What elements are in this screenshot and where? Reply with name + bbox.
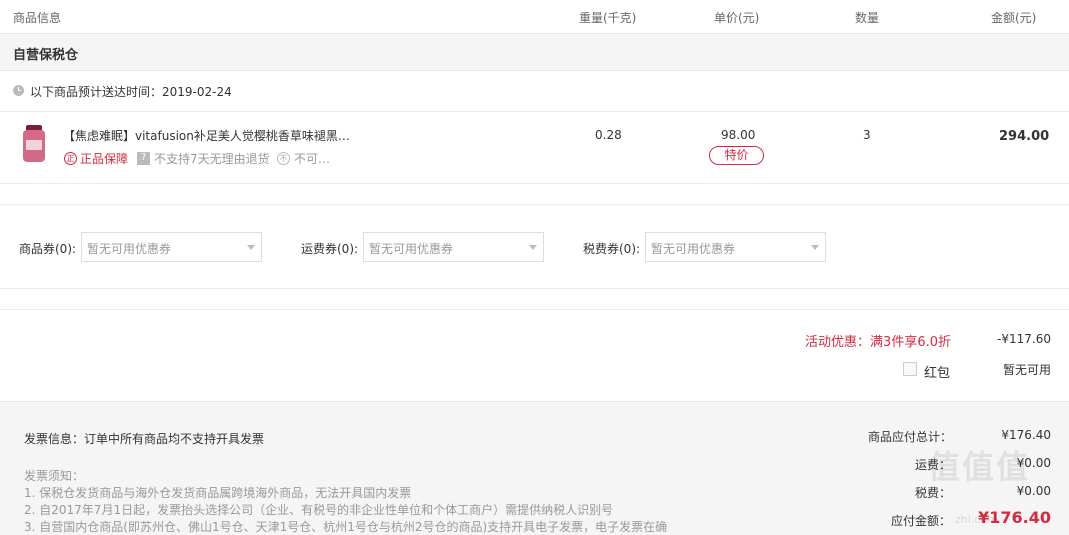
- shipping-value: ¥0.00: [1016, 456, 1051, 470]
- warehouse-name: 自营保税仓: [13, 48, 79, 63]
- coupon-section: 商品券(0): 暂无可用优惠券 运费券(0): 暂无可用优惠券 税费券(0): …: [0, 204, 1069, 289]
- goods-total-value: ¥176.40: [1001, 428, 1051, 442]
- header-amount: 金额(元): [991, 11, 1037, 25]
- product-unit-price: 98.00: [721, 128, 756, 142]
- invoice-note-1: 1. 保税仓发货商品与海外仓发货商品属跨境海外商品，无法开具国内发票: [24, 486, 412, 500]
- product-quantity: 3: [863, 128, 871, 142]
- delivery-estimate: 以下商品预计送达时间：2019-02-24: [0, 71, 1069, 112]
- product-thumbnail[interactable]: [22, 125, 46, 163]
- payable-label: 应付金额：: [891, 514, 952, 528]
- invoice-note-2: 2. 自2017年7月1日起，发票抬头选择公司（企业、有税号的非企业性单位和个体…: [24, 503, 614, 517]
- chevron-down-icon: [811, 245, 819, 250]
- red-packet-checkbox[interactable]: [903, 362, 917, 376]
- no-return-label: 不支持7天无理由退货: [154, 152, 270, 166]
- goods-coupon-label: 商品券(0):: [19, 242, 77, 256]
- goods-total-label: 商品应付总计：: [868, 430, 953, 444]
- delivery-estimate-text: 以下商品预计送达时间：2019-02-24: [30, 85, 232, 99]
- header-quantity: 数量: [855, 11, 880, 25]
- payable-total: ¥176.40: [978, 508, 1051, 527]
- product-weight: 0.28: [595, 128, 622, 142]
- header-weight: 重量(千克): [579, 11, 637, 25]
- shipping-coupon-select[interactable]: 暂无可用优惠券: [363, 232, 544, 262]
- special-price-tag: 特价: [709, 146, 764, 165]
- warehouse-group-header: 自营保税仓: [0, 34, 1069, 71]
- chevron-down-icon: [247, 245, 255, 250]
- red-packet-value: 暂无可用: [1002, 363, 1051, 377]
- no-7day-return-badge[interactable]: 7 不支持7天无理由退货: [137, 150, 270, 167]
- shipping-coupon-label: 运费券(0):: [301, 242, 359, 256]
- header-unit-price: 单价(元): [714, 11, 760, 25]
- clock-icon: [13, 85, 24, 96]
- genuine-badge-label: 正品保障: [80, 152, 129, 166]
- genuine-guarantee-badge[interactable]: 正 正品保障: [64, 150, 128, 167]
- service-badge-truncated[interactable]: 不 不可…: [277, 150, 330, 167]
- shipping-coupon-value: 暂无可用优惠券: [369, 242, 454, 256]
- tax-coupon-select[interactable]: 暂无可用优惠券: [645, 232, 826, 262]
- not-allowed-icon: 不: [277, 152, 290, 165]
- goods-coupon-value: 暂无可用优惠券: [87, 242, 172, 256]
- cart-table-header: 商品信息 重量(千克) 单价(元) 数量 金额(元): [0, 0, 1069, 34]
- chevron-down-icon: [529, 245, 537, 250]
- header-product-info: 商品信息: [13, 11, 62, 25]
- tax-coupon-value: 暂无可用优惠券: [651, 242, 736, 256]
- promotion-label: 活动优惠：满3件享6.0折: [805, 335, 951, 350]
- genuine-icon: 正: [64, 152, 77, 165]
- shipping-label: 运费：: [915, 458, 952, 472]
- invoice-info: 发票信息：订单中所有商品均不支持开具发票: [24, 432, 265, 446]
- discount-section: 活动优惠：满3件享6.0折 -¥117.60 红包 暂无可用: [0, 309, 1069, 401]
- tax-label: 税费：: [915, 486, 952, 500]
- product-name-link[interactable]: 【焦虑难眠】vitafusion补足美人觉樱桃香草味褪黑…: [63, 127, 350, 144]
- no-return-icon: 7: [137, 152, 150, 165]
- invoice-notes-title: 发票须知：: [24, 469, 85, 483]
- tax-value: ¥0.00: [1016, 484, 1051, 498]
- tax-coupon-label: 税费券(0):: [583, 242, 641, 256]
- promotion-value: -¥117.60: [997, 332, 1051, 346]
- invoice-note-3: 3. 自营国内仓商品(即苏州仓、佛山1号仓、天津1号仓、杭州1号仓与杭州2号仓的…: [24, 520, 668, 534]
- red-packet-label: 红包: [924, 366, 951, 381]
- product-row: 【焦虑难眠】vitafusion补足美人觉樱桃香草味褪黑… 正 正品保障 7 不…: [0, 112, 1069, 184]
- service-badge-label: 不可…: [294, 152, 331, 166]
- product-amount: 294.00: [999, 129, 1050, 144]
- goods-coupon-select[interactable]: 暂无可用优惠券: [81, 232, 262, 262]
- invoice-notes: 发票须知： 1. 保税仓发货商品与海外仓发货商品属跨境海外商品，无法开具国内发票…: [24, 468, 667, 535]
- order-summary-footer: 发票信息：订单中所有商品均不支持开具发票 发票须知： 1. 保税仓发货商品与海外…: [0, 401, 1069, 535]
